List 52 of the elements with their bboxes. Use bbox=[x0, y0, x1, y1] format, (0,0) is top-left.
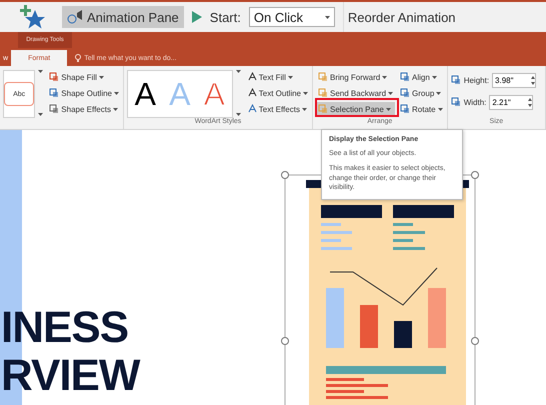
size-field[interactable]: 2.21" bbox=[489, 94, 534, 110]
caret-icon bbox=[288, 76, 293, 78]
arrange-command[interactable]: Rotate bbox=[398, 102, 445, 116]
caret-icon bbox=[38, 70, 44, 73]
caret-icon bbox=[436, 92, 442, 94]
shape-format-icon bbox=[49, 88, 60, 98]
slide-title: INESS bbox=[1, 306, 128, 350]
caret-icon bbox=[236, 113, 241, 116]
shape-command[interactable]: Shape Effects bbox=[47, 102, 121, 116]
text-command[interactable]: Text Fill bbox=[246, 70, 310, 84]
caret-icon bbox=[303, 92, 308, 94]
shape-format-icon bbox=[49, 72, 60, 82]
animation-pane-button[interactable]: Animation Pane bbox=[62, 6, 184, 28]
letter-a-icon bbox=[248, 104, 257, 114]
arrange-command[interactable]: Align bbox=[398, 70, 445, 84]
star-icon[interactable] bbox=[18, 3, 46, 31]
lightbulb-icon bbox=[75, 54, 82, 62]
letter-a-icon bbox=[248, 88, 257, 98]
infographic-drawing[interactable] bbox=[306, 180, 469, 405]
size-label: Height: bbox=[464, 76, 490, 84]
caret-icon bbox=[388, 92, 394, 94]
caret-icon bbox=[438, 108, 443, 110]
shape-command[interactable]: Shape Outline bbox=[47, 86, 121, 100]
start-label: Start: bbox=[210, 10, 241, 24]
caret-icon bbox=[98, 76, 104, 78]
arrange-command[interactable]: Selection Pane bbox=[316, 102, 396, 116]
caret-icon bbox=[38, 113, 44, 116]
start-dropdown[interactable]: On Click bbox=[248, 7, 335, 27]
size-field[interactable]: 3.98" bbox=[492, 72, 536, 88]
animation-pane-icon bbox=[67, 10, 83, 24]
shape-format-icon bbox=[49, 104, 60, 114]
spinner-icon bbox=[531, 76, 536, 84]
caret-icon bbox=[386, 108, 391, 110]
spinner-icon bbox=[528, 98, 532, 106]
size-label: Width: bbox=[464, 98, 486, 106]
play-icon bbox=[192, 11, 202, 23]
shape-command[interactable]: Shape Fill bbox=[47, 70, 121, 84]
caret-icon bbox=[302, 108, 307, 110]
caret-icon bbox=[324, 16, 330, 18]
text-command[interactable]: Text Effects bbox=[246, 102, 310, 116]
wordart-style[interactable]: A bbox=[134, 76, 156, 112]
arrange-command[interactable]: Group bbox=[398, 86, 445, 100]
caret-icon bbox=[236, 70, 241, 73]
caret-icon bbox=[432, 76, 437, 78]
text-command[interactable]: Text Outline bbox=[246, 86, 310, 100]
caret-icon bbox=[382, 76, 388, 78]
letter-a-icon bbox=[248, 72, 257, 82]
arrange-command[interactable]: Bring Forward bbox=[316, 70, 396, 84]
caret-icon bbox=[112, 108, 118, 110]
caret-icon bbox=[114, 92, 119, 94]
slide-title: RVIEW bbox=[1, 354, 140, 398]
arrange-command[interactable]: Send Backward bbox=[316, 86, 396, 100]
